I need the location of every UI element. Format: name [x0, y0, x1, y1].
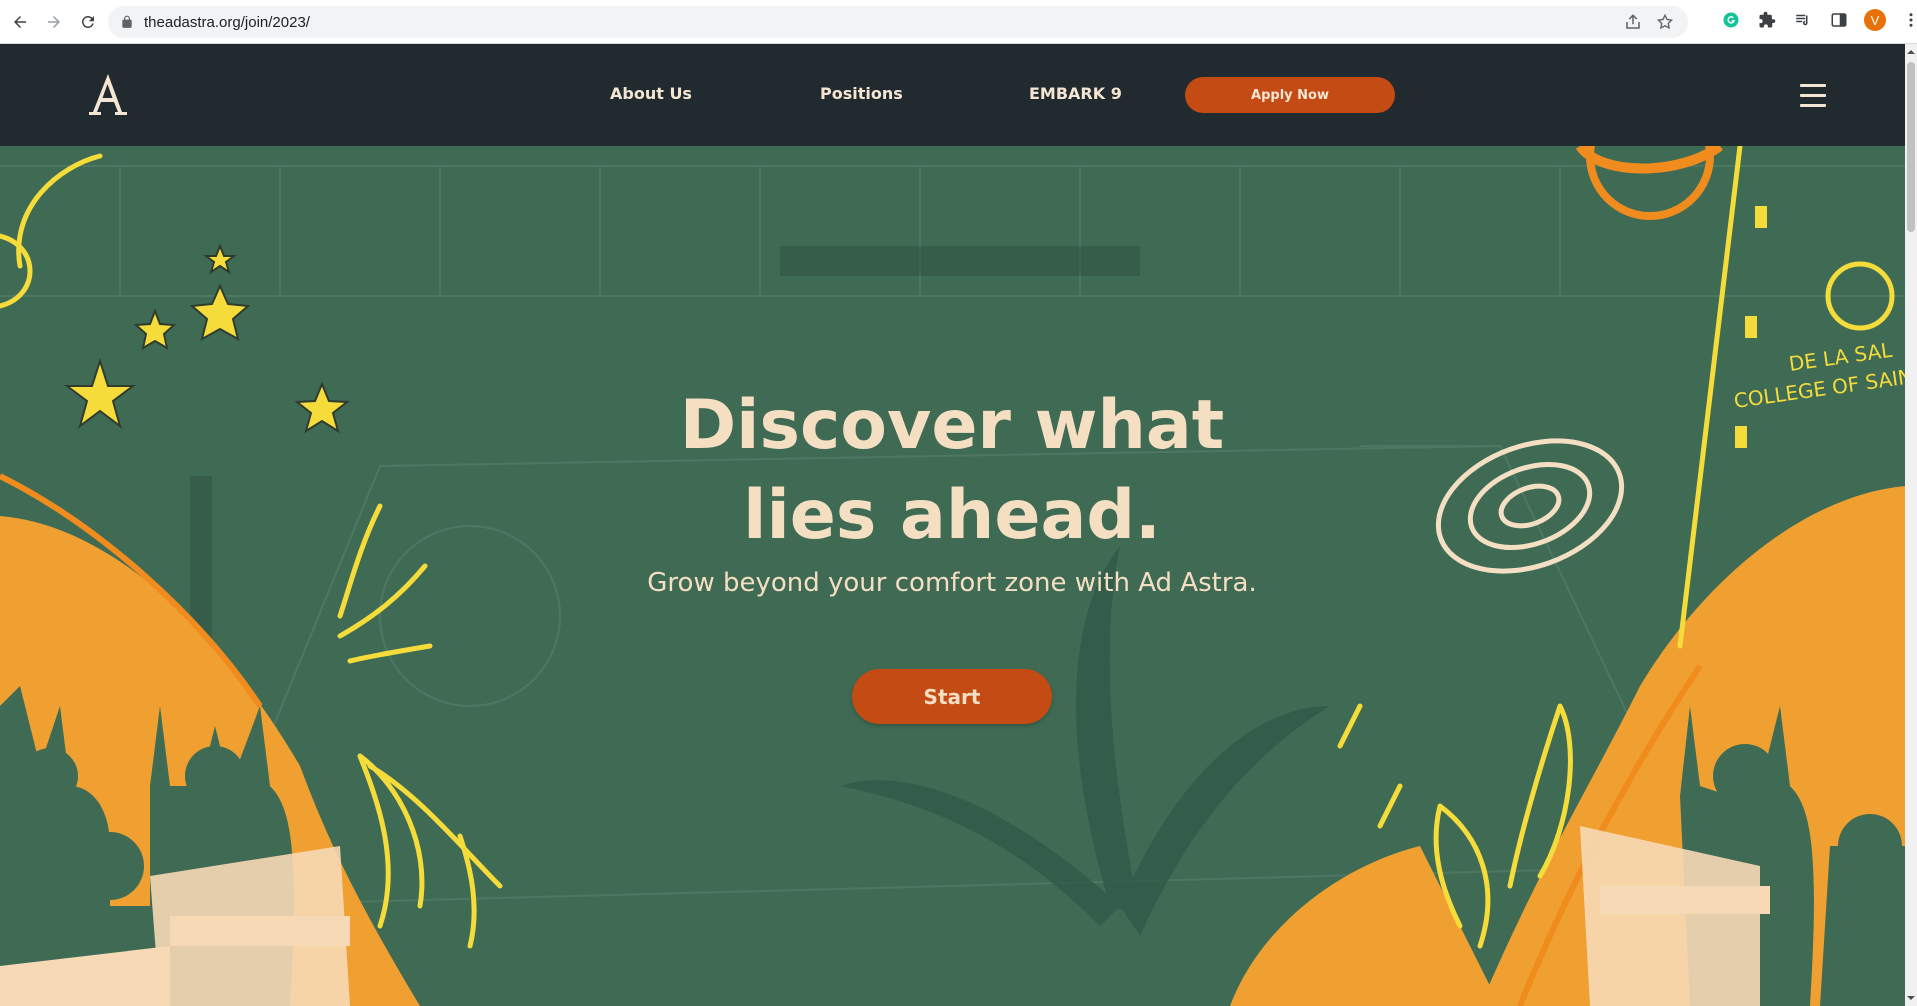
nav-about-us[interactable]: About Us: [610, 84, 692, 103]
media-queue-button[interactable]: [1792, 9, 1814, 31]
reload-button[interactable]: [74, 8, 102, 36]
reload-icon: [81, 15, 94, 28]
forward-icon: [48, 15, 60, 28]
nav-embark[interactable]: EMBARK 9: [1029, 84, 1122, 103]
lock-icon: [122, 15, 132, 28]
hero-section: DE LA SAL COLLEGE OF SAIN Discover what …: [0, 146, 1905, 1006]
extensions-button[interactable]: [1756, 9, 1778, 31]
bookmark-star-icon[interactable]: [1656, 13, 1674, 31]
forward-button[interactable]: [40, 8, 68, 36]
ad-astra-logo[interactable]: [88, 72, 128, 116]
hamburger-menu-icon[interactable]: [1800, 84, 1826, 108]
media-queue-icon: [1796, 14, 1808, 26]
nav-positions[interactable]: Positions: [820, 84, 903, 103]
scrollbar-thumb[interactable]: [1907, 62, 1915, 232]
side-panel-icon: [1831, 13, 1847, 27]
back-icon: [14, 15, 26, 28]
site-header: About Us Positions EMBARK 9 Apply Now: [0, 44, 1905, 146]
side-panel-button[interactable]: [1828, 9, 1850, 31]
grammarly-button[interactable]: [1720, 9, 1742, 31]
hero-subtitle: Grow beyond your comfort zone with Ad As…: [647, 568, 1257, 598]
chrome-menu-button[interactable]: [1900, 9, 1917, 31]
browser-toolbar: theadastra.org/join/2023/ V: [0, 0, 1917, 44]
grammarly-icon: [1723, 12, 1739, 28]
kebab-menu-icon: [1909, 13, 1913, 27]
address-bar[interactable]: theadastra.org/join/2023/: [108, 6, 1688, 38]
hero-title: Discover what lies ahead.: [552, 381, 1352, 561]
page-scrollbar[interactable]: [1905, 44, 1917, 1006]
profile-avatar[interactable]: V: [1864, 9, 1886, 31]
scroll-up-arrow-icon[interactable]: [1907, 48, 1915, 56]
hero-title-line-2: lies ahead.: [743, 476, 1161, 555]
extensions-puzzle-icon: [1759, 11, 1776, 28]
scroll-down-arrow-icon[interactable]: [1907, 994, 1915, 1002]
start-button[interactable]: Start: [852, 669, 1052, 724]
url-text: theadastra.org/join/2023/: [144, 13, 310, 31]
share-icon[interactable]: [1624, 13, 1642, 31]
hero-title-line-1: Discover what: [679, 386, 1225, 465]
apply-now-button[interactable]: Apply Now: [1185, 77, 1395, 113]
back-button[interactable]: [6, 8, 34, 36]
